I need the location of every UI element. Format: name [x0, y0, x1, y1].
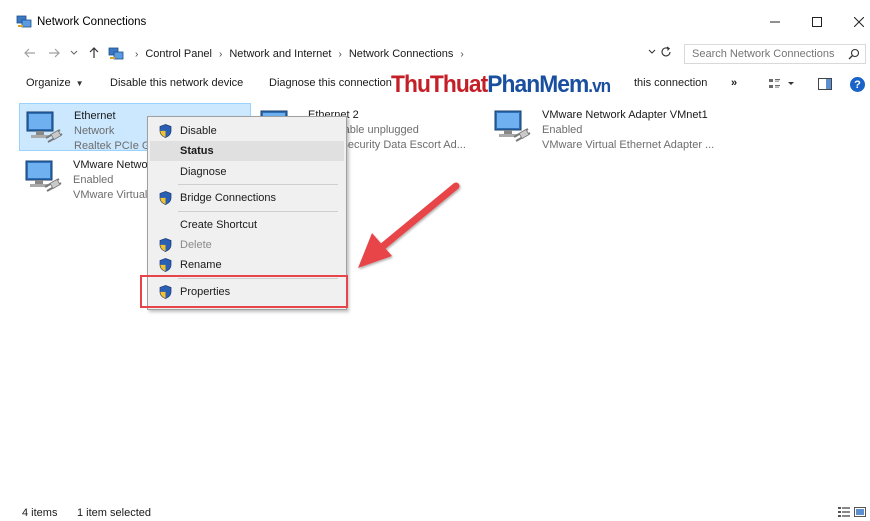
title-bar: Network Connections	[0, 0, 870, 44]
organize-button[interactable]: Organize ▼	[26, 77, 84, 89]
breadcrumb-control-panel[interactable]: Control Panel	[145, 48, 212, 60]
more-commands-button[interactable]: »	[731, 77, 737, 89]
uac-shield-icon	[159, 238, 172, 252]
details-view-button[interactable]	[838, 507, 850, 520]
connection-status: Enabled	[73, 174, 114, 186]
address-dropdown-button[interactable]	[648, 47, 656, 58]
menu-item-label: Diagnose	[180, 166, 227, 178]
breadcrumb-separator-icon[interactable]: ›	[338, 49, 341, 60]
selection-count: 1 item selected	[77, 507, 151, 519]
menu-item-create-shortcut[interactable]: Create Shortcut	[150, 215, 344, 235]
disable-device-button[interactable]: Disable this network device	[110, 77, 243, 89]
large-icons-view-button[interactable]	[854, 507, 866, 520]
connection-device: Realtek PCIe GB	[74, 140, 158, 152]
network-adapter-icon	[25, 160, 62, 192]
menu-item-delete[interactable]: Delete	[150, 235, 344, 255]
change-view-button[interactable]	[768, 78, 794, 93]
minimize-icon	[770, 21, 780, 23]
connection-status: Enabled	[542, 124, 583, 136]
up-arrow-icon	[89, 47, 99, 58]
address-bar[interactable]: › Control Panel › Network and Internet ›…	[106, 44, 674, 64]
refresh-icon	[661, 46, 671, 57]
menu-item-label: Delete	[180, 239, 212, 251]
rename-connection-button[interactable]: this connection	[634, 77, 707, 89]
window-title: Network Connections	[37, 16, 147, 28]
close-button[interactable]	[844, 10, 870, 34]
search-icon	[848, 48, 860, 60]
command-bar: Organize ▼ Disable this network device Di…	[0, 70, 870, 98]
breadcrumb-network-connections[interactable]: Network Connections	[349, 48, 454, 60]
properties-highlight-box	[140, 275, 348, 308]
breadcrumb-separator-icon[interactable]: ›	[135, 49, 138, 60]
menu-item-rename[interactable]: Rename	[150, 255, 344, 275]
item-count: 4 items	[22, 507, 58, 519]
control-panel-icon	[108, 47, 124, 60]
connection-name: VMware Netwo	[73, 159, 148, 171]
address-row: › Control Panel › Network and Internet ›…	[0, 44, 870, 64]
refresh-button[interactable]	[660, 46, 672, 61]
back-button[interactable]	[22, 45, 38, 61]
menu-item-label: Create Shortcut	[180, 219, 258, 231]
uac-shield-icon	[159, 191, 172, 205]
annotation-arrow	[358, 182, 460, 268]
breadcrumb-network-and-internet[interactable]: Network and Internet	[229, 48, 331, 60]
network-adapter-icon	[494, 110, 531, 142]
menu-item-label: Rename	[180, 259, 222, 271]
search-box[interactable]	[684, 44, 866, 64]
up-button[interactable]	[86, 45, 102, 61]
menu-item-label: Disable	[180, 125, 217, 137]
uac-shield-icon	[159, 124, 172, 138]
connection-device: VMware Virtual	[73, 189, 148, 201]
breadcrumb-separator-icon[interactable]: ›	[460, 49, 463, 60]
maximize-button[interactable]	[802, 10, 832, 34]
maximize-icon	[812, 17, 822, 27]
forward-button[interactable]	[46, 45, 62, 61]
back-arrow-icon	[24, 48, 35, 58]
view-options-icon	[769, 79, 794, 88]
organize-label: Organize	[26, 77, 71, 89]
dropdown-caret-icon: ▼	[75, 79, 84, 88]
connection-name: Ethernet	[74, 110, 116, 122]
help-button[interactable]: ?	[850, 77, 865, 92]
preview-pane-icon	[818, 78, 832, 90]
menu-item-label: Bridge Connections	[180, 192, 277, 204]
network-adapter-icon	[26, 111, 63, 143]
menu-item-disable[interactable]: Disable	[150, 121, 344, 141]
breadcrumb-separator-icon[interactable]: ›	[219, 49, 222, 60]
uac-shield-icon	[159, 258, 172, 272]
menu-item-diagnose[interactable]: Diagnose	[150, 162, 344, 182]
close-icon	[854, 17, 864, 27]
chevron-down-icon	[70, 50, 78, 55]
diagnose-connection-button[interactable]: Diagnose this connection	[269, 77, 392, 89]
details-view-icon	[838, 507, 850, 517]
menu-separator	[178, 211, 338, 212]
connection-status: Network	[74, 125, 115, 137]
chevron-down-icon	[648, 49, 656, 54]
watermark-logo: ThuThuatPhanMem.vn	[391, 71, 611, 98]
large-icons-view-icon	[854, 507, 866, 517]
status-bar: 4 items 1 item selected	[0, 503, 870, 521]
connection-device: VMware Virtual Ethernet Adapter ...	[542, 139, 715, 151]
minimize-button[interactable]	[760, 10, 790, 34]
menu-separator	[178, 184, 338, 185]
menu-item-bridge-connections[interactable]: Bridge Connections	[150, 188, 344, 208]
connection-item-vmware-vmnet1[interactable]: VMware Network Adapter VMnet1 Enabled VM…	[488, 103, 728, 151]
connections-view: Ethernet Network Realtek PCIe GB Etherne…	[0, 100, 870, 500]
connection-name: VMware Network Adapter VMnet1	[542, 109, 708, 121]
search-input[interactable]	[692, 48, 842, 60]
help-icon: ?	[854, 78, 861, 91]
menu-item-status[interactable]: Status	[150, 141, 344, 161]
forward-arrow-icon	[49, 48, 60, 58]
menu-item-label: Status	[180, 145, 214, 157]
preview-pane-button[interactable]	[818, 78, 832, 93]
recent-locations-button[interactable]	[66, 45, 82, 61]
network-connections-icon	[16, 15, 32, 28]
